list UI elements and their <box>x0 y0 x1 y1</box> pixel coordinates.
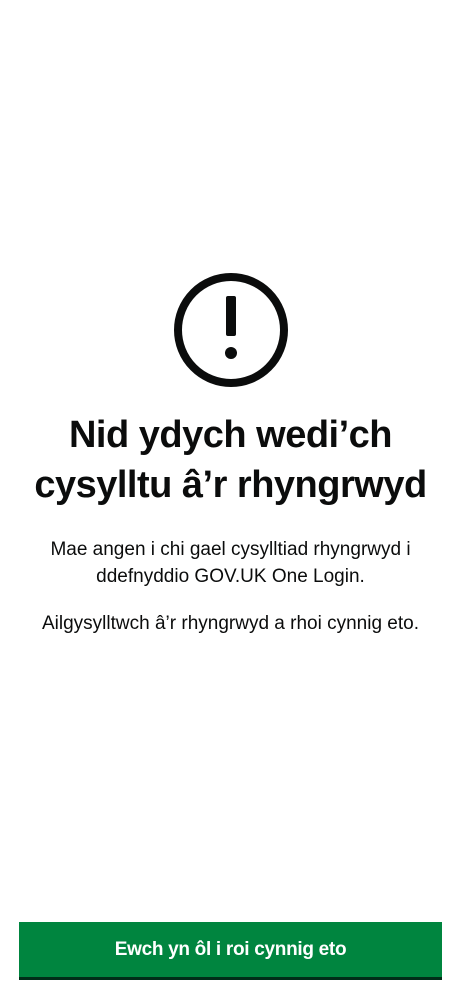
exclamation-circle-icon <box>173 273 288 387</box>
page-title: Nid ydych wedi’ch cysylltu â’r rhyngrwyd <box>34 414 427 506</box>
error-content: Nid ydych wedi’ch cysylltu â’r rhyngrwyd… <box>0 270 461 637</box>
no-internet-screen: Nid ydych wedi’ch cysylltu â’r rhyngrwyd… <box>0 0 461 1000</box>
body-text-connection-required: Mae angen i chi gael cysylltiad rhyngrwy… <box>50 539 411 587</box>
retry-button-label: Ewch yn ôl i roi cynnig eto <box>114 938 347 960</box>
body-text-reconnect: Ailgysylltwch â’r rhyngrwyd a rhoi cynni… <box>42 613 419 634</box>
retry-button[interactable]: Ewch yn ôl i roi cynnig eto <box>19 922 442 980</box>
